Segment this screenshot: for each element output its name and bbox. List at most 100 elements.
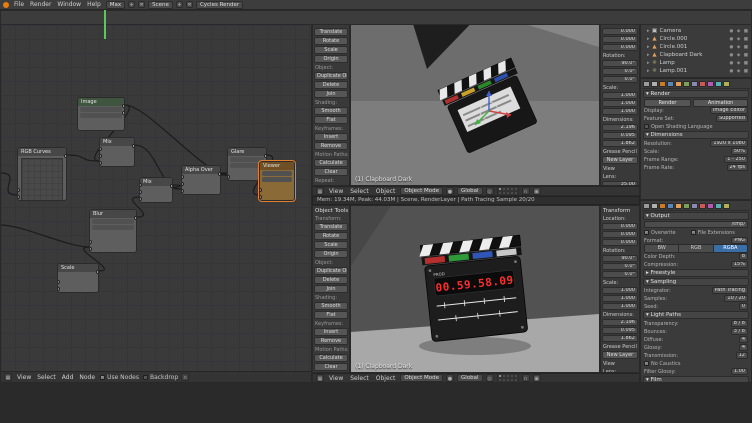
viewport-editor-type-icon[interactable]: ▦ xyxy=(316,374,324,382)
node-mix[interactable]: Mix xyxy=(99,137,135,167)
menu-node[interactable]: Node xyxy=(77,373,97,382)
scale-value-field[interactable]: 1.000 xyxy=(602,287,638,294)
rotate-button[interactable]: Rotate xyxy=(314,232,348,240)
smooth-button[interactable]: Smooth xyxy=(314,107,348,115)
render-button[interactable]: Render xyxy=(644,99,691,107)
layers-widget[interactable] xyxy=(497,186,519,196)
scale-button[interactable]: Scale xyxy=(314,46,348,54)
origin-button[interactable]: Origin xyxy=(314,55,348,63)
section-dimensions[interactable]: ▾ Dimensions xyxy=(643,131,749,139)
checkbox-icon[interactable]: ✓ xyxy=(691,230,696,235)
pivot-icon[interactable]: ◎ xyxy=(486,374,494,382)
properties-tab-physics[interactable] xyxy=(723,203,730,209)
menu-view[interactable]: View xyxy=(15,373,33,382)
output-socket[interactable] xyxy=(218,172,221,176)
visibility-toggles[interactable]: ● ◆ ■ xyxy=(730,37,750,42)
menu-view[interactable]: View xyxy=(327,187,345,196)
pivot-icon[interactable]: ◎ xyxy=(486,187,494,195)
node-scale[interactable]: Scale xyxy=(57,263,99,293)
duplicate-objects-button[interactable]: Duplicate Objects xyxy=(314,72,348,80)
timeline-track[interactable] xyxy=(0,10,752,25)
menu-view[interactable]: View xyxy=(327,374,345,383)
menu-object[interactable]: Object xyxy=(374,187,398,196)
smooth-button[interactable]: Smooth xyxy=(314,302,348,310)
properties-tab-render-layers[interactable] xyxy=(651,81,658,87)
duplicate-objects-button[interactable]: Duplicate Objects xyxy=(314,267,348,275)
new-layer-button[interactable]: New Layer xyxy=(602,351,638,359)
segment-rgba[interactable]: RGBA xyxy=(714,245,747,252)
output-socket[interactable] xyxy=(122,111,125,115)
properties-tab-constraints[interactable] xyxy=(683,81,690,87)
join-button[interactable]: Join xyxy=(314,285,348,293)
menu-render[interactable]: Render xyxy=(28,0,53,9)
output-socket[interactable] xyxy=(134,216,137,220)
compression--field[interactable]: 15% xyxy=(731,261,748,268)
node-rgb-curves[interactable]: RGB Curves xyxy=(17,147,67,201)
viewport-3d-bottom[interactable]: PROD 00.59.58.09 (1) Clapboard Dark xyxy=(350,205,600,373)
segment-rgb[interactable]: RGB xyxy=(679,245,713,252)
section-render[interactable]: ▾ Render xyxy=(643,90,749,98)
expand-arrow-icon[interactable]: ▸ xyxy=(647,44,650,50)
dimensions-value-field[interactable]: 0.095 xyxy=(602,327,638,334)
visibility-toggles[interactable]: ● ◆ ■ xyxy=(730,29,750,34)
section-freestyle[interactable]: ▸ Freestyle xyxy=(643,269,749,277)
rotation-value-field[interactable]: 90.0° xyxy=(602,60,638,67)
node-canvas[interactable]: ImageMixRGB CurvesMixAlpha OverGlareView… xyxy=(1,11,311,372)
new-layer-button[interactable]: New Layer xyxy=(602,156,638,164)
mode-dropdown[interactable]: Object Mode xyxy=(400,187,443,195)
properties-tab-object[interactable] xyxy=(675,203,682,209)
transmission--field[interactable]: 12 xyxy=(736,352,748,359)
location-value-field[interactable]: 0.000 xyxy=(602,28,638,35)
clear-button[interactable]: Clear xyxy=(314,363,348,371)
visibility-toggles[interactable]: ● ◆ ■ xyxy=(730,45,750,50)
animation-button[interactable]: Animation xyxy=(693,99,748,107)
rotation-value-field[interactable]: 0.0° xyxy=(602,68,638,75)
scale-button[interactable]: Scale xyxy=(314,241,348,249)
add-layout-icon[interactable]: + xyxy=(128,1,135,8)
color-mode-segmented[interactable]: BWRGBRGBA xyxy=(644,244,748,253)
display--field[interactable]: Image Editor xyxy=(710,107,748,114)
join-button[interactable]: Join xyxy=(314,90,348,98)
checkbox-icon[interactable] xyxy=(644,124,649,129)
timeline-playhead[interactable] xyxy=(104,10,106,39)
rotation-value-field[interactable]: 90.0° xyxy=(602,255,638,262)
color-depth--field[interactable]: 8 xyxy=(739,253,748,260)
filter-glossy--field[interactable]: 1.00 xyxy=(731,368,748,375)
scale-value-field[interactable]: 1.000 xyxy=(602,108,638,115)
outliner-row-lamp-001[interactable]: ▸☼Lamp.001● ◆ ■ xyxy=(641,67,751,75)
section-sampling[interactable]: ▾ Sampling xyxy=(643,278,749,286)
dimensions-value-field[interactable]: 2.196 xyxy=(602,319,638,326)
translate-button[interactable]: Translate xyxy=(314,28,348,36)
rotate-button[interactable]: Rotate xyxy=(314,37,348,45)
properties-tab-particles[interactable] xyxy=(715,203,722,209)
properties-tab-physics[interactable] xyxy=(723,81,730,87)
viewport-3d-top[interactable]: User Persp (1) Clapboard Dark xyxy=(350,10,600,186)
layers-widget[interactable] xyxy=(497,373,519,383)
scale-value-field[interactable]: 1.000 xyxy=(602,295,638,302)
glossy--field[interactable]: 4 xyxy=(739,344,748,351)
remove-button[interactable]: Remove xyxy=(314,337,348,345)
render-engine-dropdown[interactable]: Cycles Render xyxy=(196,1,243,9)
section-light-paths[interactable]: ▾ Light Paths xyxy=(643,311,749,319)
insert-button[interactable]: Insert xyxy=(314,133,348,141)
visibility-toggles[interactable]: ● ◆ ■ xyxy=(730,61,750,66)
calculate-button[interactable]: Calculate xyxy=(314,354,348,362)
properties-tab-scene[interactable] xyxy=(659,81,666,87)
properties-tab-particles[interactable] xyxy=(715,81,722,87)
bounces--field[interactable]: 3 / 8 xyxy=(731,328,748,335)
samples--field[interactable]: 10 / 20 xyxy=(724,295,748,302)
outliner-row-lamp[interactable]: ▸☼Lamp● ◆ ■ xyxy=(641,59,751,67)
expand-arrow-icon[interactable]: ▸ xyxy=(647,60,650,66)
remove-button[interactable]: Remove xyxy=(314,142,348,150)
dimensions-value-field[interactable]: 0.095 xyxy=(602,132,638,139)
outliner-row-circle-001[interactable]: ▸▲Circle.001● ◆ ■ xyxy=(641,43,751,51)
expand-arrow-icon[interactable]: ▸ xyxy=(647,68,650,74)
delete-button[interactable]: Delete xyxy=(314,276,348,284)
layer-dot[interactable] xyxy=(514,191,518,195)
delete-layout-icon[interactable]: ✕ xyxy=(138,1,145,8)
visibility-toggles[interactable]: ● ◆ ■ xyxy=(730,53,750,58)
viewport-shading-icon[interactable]: ● xyxy=(446,187,454,195)
section-output[interactable]: ▾ Output xyxy=(643,212,749,220)
properties-tab-modifiers[interactable] xyxy=(691,81,698,87)
visibility-toggles[interactable]: ● ◆ ■ xyxy=(730,69,750,74)
